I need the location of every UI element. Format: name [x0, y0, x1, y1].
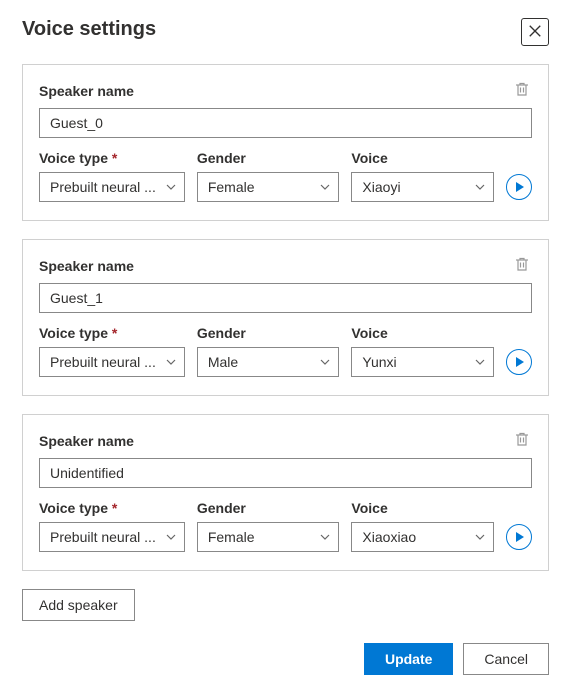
- speaker-name-input[interactable]: [39, 458, 532, 488]
- trash-icon: [514, 81, 530, 100]
- voice-label: Voice: [351, 150, 494, 166]
- delete-speaker-button[interactable]: [512, 254, 532, 277]
- gender-label: Gender: [197, 500, 340, 516]
- speaker-card: Speaker name Voice type * Prebuilt neura…: [22, 414, 549, 571]
- delete-speaker-button[interactable]: [512, 79, 532, 102]
- voice-type-select[interactable]: Prebuilt neural ...: [39, 172, 185, 202]
- play-preview-button[interactable]: [506, 174, 532, 200]
- play-preview-button[interactable]: [506, 524, 532, 550]
- gender-select[interactable]: Male: [197, 347, 340, 377]
- voice-label: Voice: [351, 325, 494, 341]
- required-asterisk: *: [112, 500, 117, 516]
- speaker-name-input[interactable]: [39, 283, 532, 313]
- delete-speaker-button[interactable]: [512, 429, 532, 452]
- play-icon: [514, 180, 525, 195]
- voice-label: Voice: [351, 500, 494, 516]
- speaker-card: Speaker name Voice type * Prebuilt neura…: [22, 239, 549, 396]
- trash-icon: [514, 256, 530, 275]
- gender-label: Gender: [197, 150, 340, 166]
- required-asterisk: *: [112, 150, 117, 166]
- voice-select[interactable]: Xiaoxiao: [351, 522, 494, 552]
- trash-icon: [514, 431, 530, 450]
- page-title: Voice settings: [22, 18, 156, 41]
- close-button[interactable]: [521, 18, 549, 46]
- voice-type-label: Voice type *: [39, 325, 185, 341]
- play-icon: [514, 530, 525, 545]
- play-icon: [514, 355, 525, 370]
- update-button[interactable]: Update: [364, 643, 453, 675]
- voice-select[interactable]: Xiaoyi: [351, 172, 494, 202]
- gender-label: Gender: [197, 325, 340, 341]
- speaker-name-input[interactable]: [39, 108, 532, 138]
- voice-type-select[interactable]: Prebuilt neural ...: [39, 347, 185, 377]
- add-speaker-button[interactable]: Add speaker: [22, 589, 135, 621]
- gender-select[interactable]: Female: [197, 522, 340, 552]
- gender-select[interactable]: Female: [197, 172, 340, 202]
- speaker-name-label: Speaker name: [39, 258, 134, 274]
- required-asterisk: *: [112, 325, 117, 341]
- speaker-card: Speaker name Voice type * Prebuilt neura…: [22, 64, 549, 221]
- speaker-name-label: Speaker name: [39, 433, 134, 449]
- play-preview-button[interactable]: [506, 349, 532, 375]
- speaker-name-label: Speaker name: [39, 83, 134, 99]
- cancel-button[interactable]: Cancel: [463, 643, 549, 675]
- voice-type-label: Voice type *: [39, 150, 185, 166]
- voice-select[interactable]: Yunxi: [351, 347, 494, 377]
- voice-type-select[interactable]: Prebuilt neural ...: [39, 522, 185, 552]
- close-icon: [528, 24, 542, 41]
- voice-type-label: Voice type *: [39, 500, 185, 516]
